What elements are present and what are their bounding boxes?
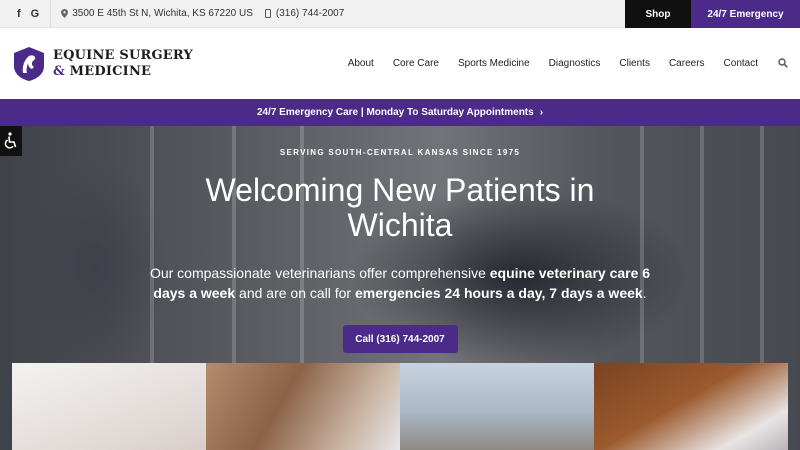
horse-shield-icon [14, 47, 44, 81]
site-header: EQUINE SURGERY & MEDICINE About Core Car… [0, 28, 800, 99]
nav-core-care[interactable]: Core Care [393, 58, 439, 69]
social-links: f G [0, 0, 52, 28]
hero-eyebrow: SERVING SOUTH-CENTRAL KANSAS SINCE 1975 [279, 148, 521, 157]
call-button[interactable]: Call (316) 744-2007 [342, 325, 458, 353]
hero-headline: Welcoming New Patients in Wichita [205, 172, 595, 243]
promo-text: 24/7 Emergency Care | Monday To Saturday… [256, 107, 534, 118]
hero-sub-part-3: . [642, 285, 647, 301]
logo-line-1: EQUINE SURGERY [53, 48, 193, 63]
address-text: 3500 E 45th St N, Wichita, KS 67220 US [72, 8, 253, 19]
phone-text: (316) 744-2007 [275, 8, 345, 19]
logo-line-2: & MEDICINE [53, 64, 193, 80]
phone-link[interactable]: (316) 744-2007 [264, 8, 345, 19]
nav-sports-medicine[interactable]: Sports Medicine [458, 58, 530, 69]
hero-sub-part-1: Our compassionate veterinarians offer co… [149, 265, 490, 281]
nav-diagnostics[interactable]: Diagnostics [549, 58, 601, 69]
nav-contact[interactable]: Contact [724, 58, 758, 69]
feature-cards [12, 363, 788, 450]
nav-about[interactable]: About [348, 58, 374, 69]
hero-sub-bold-2: emergencies 24 hours a day, 7 days a wee… [355, 285, 643, 301]
feature-card-image[interactable] [400, 363, 594, 450]
hero-content: SERVING SOUTH-CENTRAL KANSAS SINCE 1975 … [0, 126, 800, 353]
hero-sub-part-2: and are on call for [235, 285, 355, 301]
feature-card-image[interactable] [206, 363, 400, 450]
logo-ampersand: & [53, 64, 65, 79]
map-pin-icon [61, 9, 69, 18]
logo[interactable]: EQUINE SURGERY & MEDICINE [12, 46, 193, 82]
hero-subtext: Our compassionate veterinarians offer co… [145, 263, 655, 303]
search-icon[interactable] [778, 58, 788, 68]
emergency-button[interactable]: 24/7 Emergency [691, 0, 800, 28]
logo-line-2-text: MEDICINE [69, 64, 152, 79]
promo-banner[interactable]: 24/7 Emergency Care | Monday To Saturday… [0, 99, 800, 126]
phone-icon [264, 9, 271, 18]
shop-button[interactable]: Shop [625, 0, 691, 28]
nav-clients[interactable]: Clients [619, 58, 650, 69]
accessibility-button[interactable] [0, 126, 22, 156]
wheelchair-icon [4, 132, 17, 149]
main-nav: About Core Care Sports Medicine Diagnost… [329, 28, 758, 99]
logo-text: EQUINE SURGERY & MEDICINE [53, 48, 193, 80]
feature-card-image[interactable] [594, 363, 788, 450]
google-icon[interactable]: G [31, 8, 40, 20]
address-link[interactable]: 3500 E 45th St N, Wichita, KS 67220 US [61, 8, 253, 19]
nav-careers[interactable]: Careers [669, 58, 705, 69]
facebook-icon[interactable]: f [17, 8, 21, 20]
chevron-right-icon: › [539, 107, 544, 118]
feature-card-image[interactable] [12, 363, 206, 450]
